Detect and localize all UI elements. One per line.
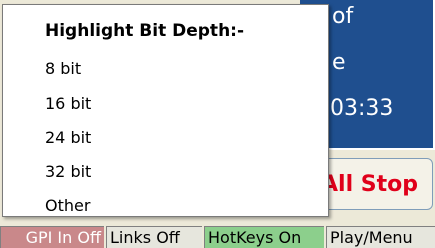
menu-item-other[interactable]: Other — [45, 196, 90, 215]
display-time: 03:33 — [330, 96, 394, 121]
app-window: of e 03:33 All Stop GPI In Off Links Off… — [0, 0, 435, 248]
menu-item-16-bit[interactable]: 16 bit — [45, 94, 91, 113]
status-links[interactable]: Links Off — [106, 226, 202, 248]
status-gpi[interactable]: GPI In Off — [0, 226, 104, 248]
status-hotkeys[interactable]: HotKeys On — [204, 226, 324, 248]
menu-item-8-bit[interactable]: 8 bit — [45, 59, 81, 78]
menu-header: Highlight Bit Depth:- — [45, 21, 245, 41]
bit-depth-context-menu: Highlight Bit Depth:- 8 bit 16 bit 24 bi… — [2, 4, 329, 217]
menu-item-32-bit[interactable]: 32 bit — [45, 162, 91, 181]
status-play-menu[interactable]: Play/Menu — [326, 226, 435, 248]
display-text-top: of — [332, 4, 354, 29]
display-text-mid: e — [332, 50, 346, 75]
menu-item-24-bit[interactable]: 24 bit — [45, 128, 91, 147]
